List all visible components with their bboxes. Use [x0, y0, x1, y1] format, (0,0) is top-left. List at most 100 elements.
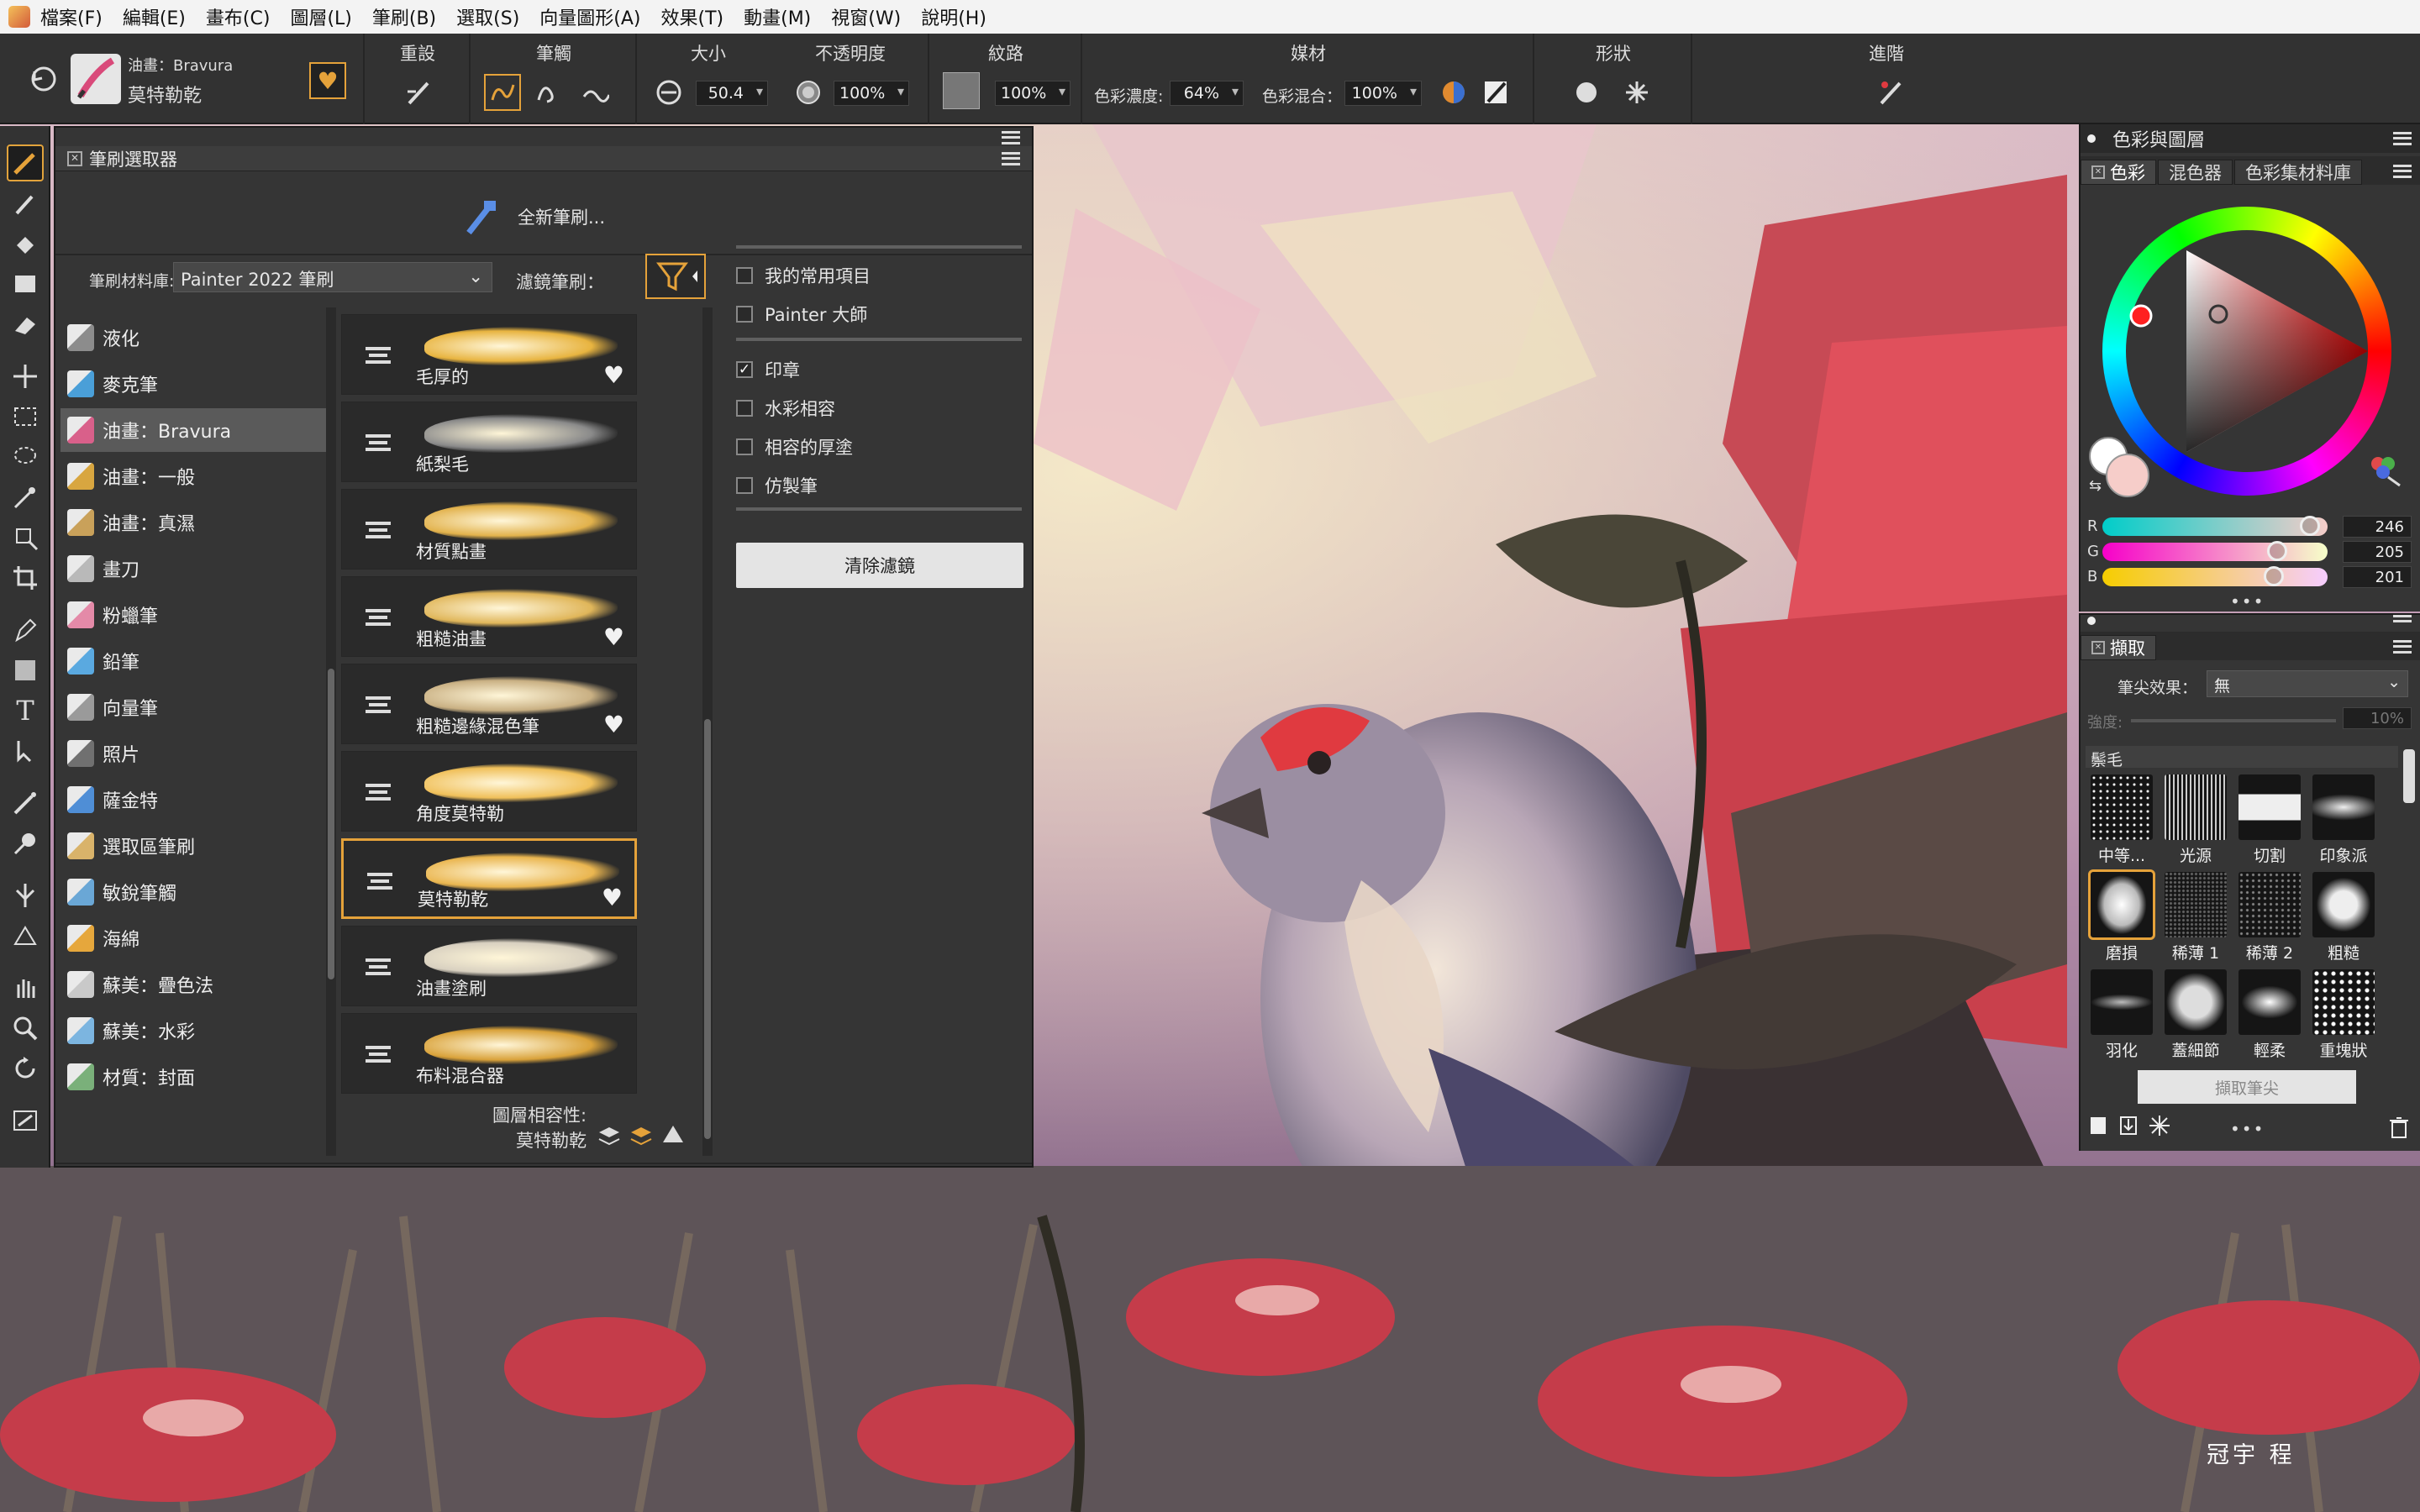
category-item[interactable]: 油畫：一般	[60, 454, 326, 498]
menu-layers[interactable]: 圖層(L)	[290, 3, 351, 30]
more-options-icon[interactable]: •••	[2230, 1119, 2265, 1139]
menu-window[interactable]: 視窗(W)	[831, 3, 901, 30]
panel-grip-icon[interactable]	[2087, 134, 2096, 143]
shape-tool-icon[interactable]	[7, 652, 44, 689]
brush-selector-menu-icon[interactable]	[1002, 152, 1020, 165]
menu-select[interactable]: 選取(S)	[456, 3, 519, 30]
green-value[interactable]: 205	[2343, 541, 2412, 563]
color-mix-icon[interactable]	[1435, 74, 1472, 111]
trash-icon[interactable]	[2388, 1116, 2410, 1142]
checkbox[interactable]	[736, 477, 753, 494]
filter-option[interactable]: ✓ 印章	[736, 353, 800, 386]
shape-splatter-icon[interactable]	[1618, 74, 1655, 111]
strength-slider[interactable]	[2131, 719, 2336, 722]
grain-swatch[interactable]	[943, 72, 980, 109]
category-item[interactable]: 蘇美：疊色法	[60, 963, 326, 1006]
category-scroll-thumb[interactable]	[328, 669, 334, 979]
dab-tile[interactable]: 磨損	[2087, 869, 2156, 964]
checkbox[interactable]	[736, 400, 753, 417]
category-item[interactable]: 麥克筆	[60, 362, 326, 406]
variant-item[interactable]: 粗糙油畫 ♥	[341, 576, 637, 657]
menu-movie[interactable]: 動畫(M)	[744, 3, 811, 30]
close-tab-icon[interactable]: ✕	[2091, 165, 2105, 179]
color-panel-menu-icon[interactable]	[2393, 132, 2412, 145]
category-item[interactable]: 蘇美：水彩	[60, 1009, 326, 1053]
panel-menu-icon[interactable]	[1002, 131, 1020, 144]
variant-item[interactable]: 紙梨毛	[341, 402, 637, 482]
clone-tool-icon[interactable]	[7, 785, 44, 822]
category-item[interactable]: 油畫：真濕	[60, 501, 326, 544]
dab-tile[interactable]: 稀薄 2	[2235, 872, 2304, 964]
filter-option[interactable]: 我的常用項目	[736, 259, 871, 292]
dab-scrollbar[interactable]	[2403, 749, 2415, 803]
filter-toggle-button[interactable]	[645, 254, 706, 299]
swap-colors-icon[interactable]: ⇆	[2089, 477, 2102, 495]
menu-file[interactable]: 檔案(F)	[40, 3, 103, 30]
crop-tool-icon[interactable]	[7, 559, 44, 596]
filter-option[interactable]: Painter 大師	[736, 297, 867, 331]
filter-option[interactable]: 相容的厚塗	[736, 430, 853, 464]
tab-color-sets[interactable]: 色彩集材料庫	[2234, 160, 2362, 185]
tab-capture[interactable]: ✕ 擷取	[2081, 635, 2156, 660]
rotate-page-icon[interactable]	[7, 1050, 44, 1087]
import-dab-icon[interactable]	[2118, 1114, 2141, 1137]
bleed-field[interactable]: 100%	[1344, 81, 1422, 106]
paint-bucket-icon[interactable]	[7, 225, 44, 262]
symmetry-tool-icon[interactable]	[7, 877, 44, 914]
green-slider-knob[interactable]	[2267, 541, 2288, 561]
magic-wand-icon[interactable]	[7, 479, 44, 516]
menu-effects[interactable]: 效果(T)	[661, 3, 724, 30]
color-variability-icon[interactable]	[2366, 452, 2403, 489]
menu-canvas[interactable]: 畫布(C)	[206, 3, 271, 30]
menu-brushes[interactable]: 筆刷(B)	[372, 3, 436, 30]
app-icon[interactable]	[8, 6, 30, 28]
dab-grip-menu-icon[interactable]	[2393, 615, 2412, 623]
category-item[interactable]: 材質：封面	[60, 1055, 326, 1099]
favorite-heart-icon[interactable]: ♥	[309, 62, 346, 99]
select-arrow-icon[interactable]	[7, 732, 44, 769]
dab-tile[interactable]: 切割	[2235, 774, 2304, 867]
tab-color[interactable]: ✕ 色彩	[2081, 160, 2156, 185]
category-item[interactable]: 液化	[60, 316, 326, 360]
advanced-brush-icon[interactable]	[1872, 74, 1909, 111]
hue-marker[interactable]	[2129, 304, 2153, 328]
dab-settings-icon[interactable]	[2148, 1114, 2171, 1137]
saturation-value-triangle[interactable]	[2102, 207, 2391, 496]
brush-tool-icon[interactable]	[7, 144, 44, 181]
color-tabs-menu-icon[interactable]	[2393, 165, 2412, 178]
red-slider-knob[interactable]	[2300, 516, 2321, 536]
variant-item[interactable]: 材質點畫	[341, 489, 637, 570]
perspective-tool-icon[interactable]	[7, 917, 44, 954]
checkbox[interactable]	[736, 267, 753, 284]
variant-item[interactable]: 布料混合器	[341, 1013, 637, 1094]
panel-grip-icon[interactable]	[2087, 617, 2096, 625]
dab-type-stroke-icon[interactable]	[484, 74, 521, 111]
dab-tile[interactable]: 稀薄 1	[2161, 872, 2230, 964]
move-tool-icon[interactable]	[7, 358, 44, 395]
pen-tool-icon[interactable]	[7, 612, 44, 648]
red-value[interactable]: 246	[2343, 516, 2412, 538]
more-options-icon[interactable]: •••	[2230, 591, 2265, 612]
variant-item[interactable]: 毛厚的 ♥	[341, 314, 637, 395]
dab-type-loop-icon[interactable]	[529, 74, 566, 111]
category-item[interactable]: 薩金特	[60, 778, 326, 822]
capture-tip-button[interactable]: 擷取筆尖	[2138, 1070, 2356, 1104]
dab-tile[interactable]: 光源	[2161, 774, 2230, 867]
dab-tile[interactable]: 印象派	[2309, 774, 2378, 867]
lasso-tool-icon[interactable]	[7, 438, 44, 475]
eraser-tool-icon[interactable]	[7, 306, 44, 343]
blue-slider-knob[interactable]	[2264, 566, 2285, 586]
dab-tile[interactable]: 中等...	[2087, 774, 2156, 867]
favorite-heart-icon[interactable]: ♥	[603, 713, 624, 737]
reset-brush-icon[interactable]	[400, 74, 437, 111]
resat-field[interactable]: 64%	[1170, 81, 1244, 106]
checkbox[interactable]	[736, 306, 753, 323]
category-item[interactable]: 選取區筆刷	[60, 824, 326, 868]
category-item[interactable]: 向量筆	[60, 685, 326, 729]
menu-help[interactable]: 說明(H)	[921, 3, 986, 30]
tip-effect-dropdown[interactable]: 無 ⌄	[2207, 670, 2408, 697]
size-field[interactable]: 50.4	[696, 81, 768, 106]
clear-filter-button[interactable]: 清除濾鏡	[736, 543, 1023, 588]
library-dropdown[interactable]: Painter 2022 筆刷 ⌄	[173, 262, 492, 292]
fit-screen-icon[interactable]	[7, 1102, 44, 1139]
